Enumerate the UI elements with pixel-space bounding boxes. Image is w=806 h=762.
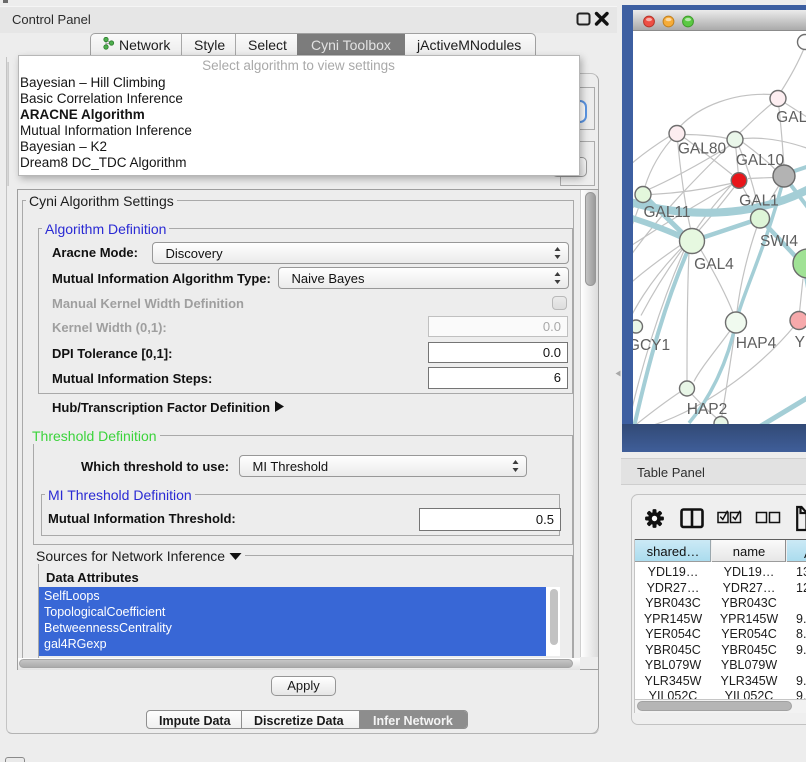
svg-text:SWI4: SWI4 <box>760 233 798 250</box>
svg-text:GAL7: GAL7 <box>776 109 806 126</box>
svg-text:GAL10: GAL10 <box>736 152 785 169</box>
svg-text:HAP4: HAP4 <box>736 335 777 352</box>
svg-text:GCY1: GCY1 <box>633 337 670 354</box>
svg-text:YP: YP <box>795 334 806 351</box>
svg-text:HAP2: HAP2 <box>687 401 728 418</box>
svg-text:GAL1: GAL1 <box>739 192 779 209</box>
svg-text:GAL11: GAL11 <box>643 204 690 221</box>
svg-text:GAL4: GAL4 <box>694 256 734 273</box>
svg-text:GAL80: GAL80 <box>678 140 727 157</box>
